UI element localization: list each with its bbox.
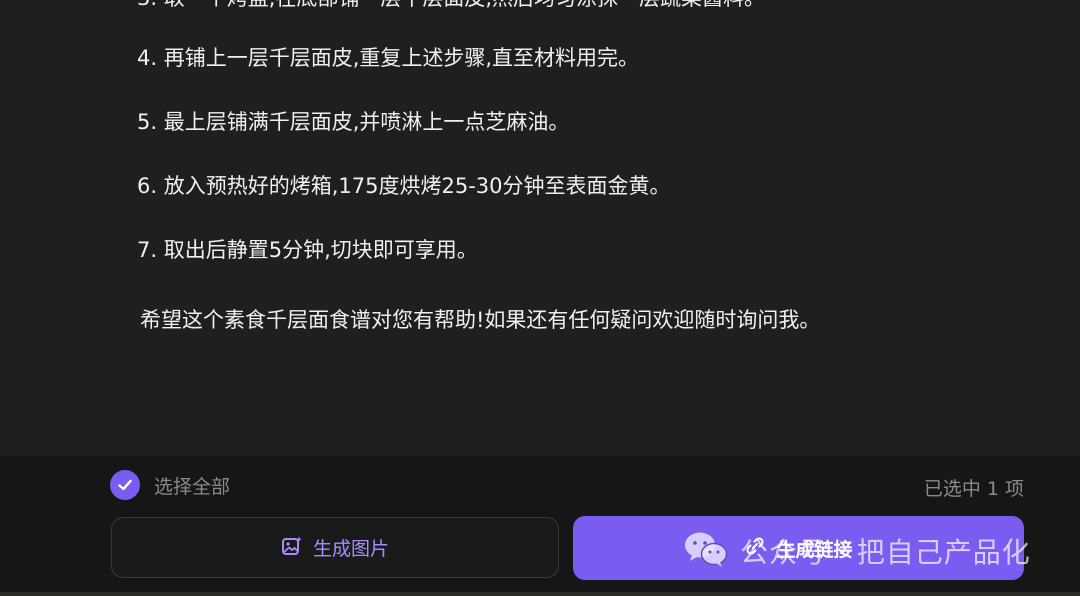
wechat-icon: [684, 530, 728, 572]
bottom-edge-divider: [0, 592, 1080, 596]
recipe-step-5: 5. 最上层铺满千层面皮,并喷淋上一点芝麻油。: [137, 110, 570, 134]
recipe-step-3: 3. 取一个烤盘,在底部铺一层千层面皮,然后均匀涂抹一层蔬菜酱料。: [137, 0, 765, 12]
selection-action-bar: 选择全部 已选中 1 项 生成图片 生成链接: [0, 456, 1080, 596]
recipe-step-4: 4. 再铺上一层千层面皮,重复上述步骤,直至材料用完。: [137, 46, 640, 70]
generate-image-label: 生成图片: [312, 538, 389, 560]
select-all-label: 选择全部: [154, 475, 231, 498]
closing-message: 希望这个素食千层面食谱对您有帮助!如果还有任何疑问欢迎随时询问我。: [140, 308, 821, 332]
check-circle-icon: [110, 470, 140, 500]
image-sparkle-icon: [281, 535, 303, 561]
selected-count: 已选中 1 项: [923, 478, 1024, 500]
generate-image-button[interactable]: 生成图片: [111, 517, 559, 578]
recipe-step-7: 7. 取出后静置5分钟,切块即可享用。: [137, 238, 478, 262]
chat-message-content: 3. 取一个烤盘,在底部铺一层千层面皮,然后均匀涂抹一层蔬菜酱料。 4. 再铺上…: [0, 0, 1080, 456]
recipe-step-6: 6. 放入预热好的烤箱,175度烘烤25-30分钟至表面金黄。: [137, 174, 671, 198]
watermark: 公众号 · 把自己产品化: [684, 530, 1031, 572]
watermark-text: 公众号 · 把自己产品化: [740, 536, 1031, 569]
select-all-toggle[interactable]: 选择全部: [110, 470, 230, 500]
